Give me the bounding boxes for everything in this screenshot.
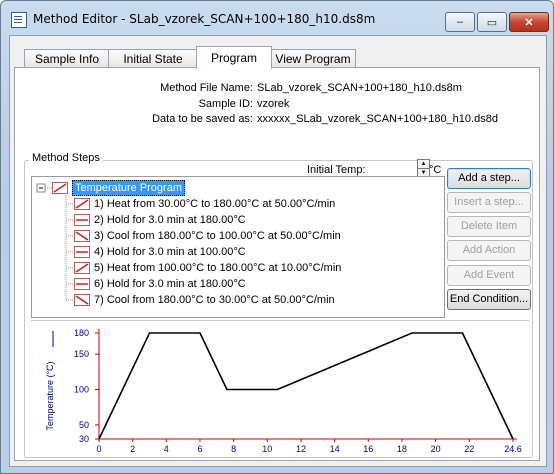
method-file-name-value: SLab_vzorek_SCAN+100+180_h10.ds8m bbox=[257, 82, 462, 94]
close-button[interactable]: ✕ bbox=[509, 12, 549, 32]
maximize-button[interactable]: ▭ bbox=[477, 12, 507, 32]
x-tick-label: 0 bbox=[96, 444, 101, 454]
x-tick-label: 18 bbox=[397, 444, 407, 454]
tree-step-6[interactable]: 6) Hold for 3.0 min at 180.00°C bbox=[74, 276, 246, 292]
x-tick-label: 20 bbox=[431, 444, 441, 454]
spinner-up-icon[interactable]: ▲ bbox=[418, 160, 429, 169]
tree-root-temperature-program[interactable]: Temperature Program bbox=[52, 180, 185, 196]
series-line-1 bbox=[98, 332, 514, 440]
initial-temp-unit: °C bbox=[429, 164, 442, 176]
tree-step-2[interactable]: 2) Hold for 3.0 min at 180.00°C bbox=[74, 212, 246, 228]
program-tab-panel: Method File Name: SLab_vzorek_SCAN+100+1… bbox=[14, 67, 540, 467]
tree-step-label: 6) Hold for 3.0 min at 180.00°C bbox=[94, 278, 246, 290]
x-tick-label: 16 bbox=[363, 444, 373, 454]
initial-temp-label: Initial Temp: bbox=[307, 164, 366, 176]
hold-icon bbox=[74, 214, 90, 226]
y-tick-label: 150 bbox=[74, 349, 89, 359]
temperature-program-chart: 3050100150180024681012141618202224.6Time… bbox=[31, 320, 529, 467]
tab-initial-state[interactable]: Initial State bbox=[108, 49, 198, 68]
data-saved-label: Data to be saved as: bbox=[152, 113, 253, 125]
app-icon bbox=[11, 12, 27, 28]
x-tick-label: 12 bbox=[296, 444, 306, 454]
sample-id-value: vzorek bbox=[257, 98, 290, 110]
sample-id-label: Sample ID: bbox=[198, 98, 253, 110]
y-tick-label: 50 bbox=[79, 420, 89, 430]
heat-ramp-icon bbox=[52, 182, 68, 194]
add-action-button[interactable]: Add Action bbox=[447, 240, 531, 261]
tree-step-label: 1) Heat from 30.00°C to 180.00°C at 50.0… bbox=[94, 198, 336, 210]
delete-item-button[interactable]: Delete Item bbox=[447, 216, 531, 237]
tab-sample-info[interactable]: Sample Info bbox=[24, 49, 110, 68]
window-title: Method Editor - SLab_vzorek_SCAN+100+180… bbox=[33, 12, 376, 26]
hold-icon bbox=[74, 246, 90, 258]
x-tick-label: 6 bbox=[197, 444, 202, 454]
x-tick-label: 14 bbox=[330, 444, 340, 454]
tree-step-label: 2) Hold for 3.0 min at 180.00°C bbox=[94, 214, 246, 226]
method-editor-window: Method Editor - SLab_vzorek_SCAN+100+180… bbox=[0, 0, 554, 474]
y-axis-label: Temperature (°C) bbox=[45, 361, 55, 430]
cool-ramp-icon bbox=[74, 230, 90, 242]
y-tick-label: 100 bbox=[74, 385, 89, 395]
method-steps-tree[interactable]: Temperature Program 1) Heat from 30.00°C… bbox=[31, 176, 445, 318]
dialog-client-area: Sample Info Initial State Program View P… bbox=[9, 35, 547, 467]
y-tick-label: 30 bbox=[79, 434, 89, 444]
tree-step-4[interactable]: 4) Hold for 3.0 min at 100.00°C bbox=[74, 244, 246, 260]
x-tick-label: 4 bbox=[164, 444, 169, 454]
tree-step-1[interactable]: 1) Heat from 30.00°C to 180.00°C at 50.0… bbox=[74, 196, 335, 212]
minimize-button[interactable]: ‒ bbox=[445, 12, 475, 32]
method-file-name-label: Method File Name: bbox=[160, 82, 253, 94]
x-tick-label: 22 bbox=[464, 444, 474, 454]
cool-ramp-icon bbox=[74, 294, 90, 306]
tree-step-label: 4) Hold for 3.0 min at 100.00°C bbox=[94, 246, 246, 258]
insert-step-button[interactable]: Insert a step... bbox=[447, 192, 531, 213]
x-tick-label: 8 bbox=[231, 444, 236, 454]
x-tick-label: 10 bbox=[262, 444, 272, 454]
y-tick-label: 180 bbox=[74, 328, 89, 338]
tab-program[interactable]: Program bbox=[196, 46, 272, 69]
tree-root-label: Temperature Program bbox=[72, 180, 185, 196]
tree-step-label: 3) Cool from 180.00°C to 100.00°C at 50.… bbox=[94, 230, 341, 242]
tree-step-7[interactable]: 7) Cool from 180.00°C to 30.00°C at 50.0… bbox=[74, 292, 335, 308]
x-tick-label: 24.6 bbox=[504, 444, 522, 454]
chart-svg: 3050100150180024681012141618202224.6Time… bbox=[45, 328, 522, 467]
heat-ramp-icon bbox=[74, 198, 90, 210]
tree-step-label: 5) Heat from 100.00°C to 180.00°C at 10.… bbox=[94, 262, 342, 274]
tree-step-3[interactable]: 3) Cool from 180.00°C to 100.00°C at 50.… bbox=[74, 228, 341, 244]
tree-step-5[interactable]: 5) Heat from 100.00°C to 180.00°C at 10.… bbox=[74, 260, 341, 276]
add-step-button[interactable]: Add a step... bbox=[447, 168, 531, 189]
method-steps-title: Method Steps bbox=[29, 152, 103, 164]
x-tick-label: 2 bbox=[130, 444, 135, 454]
data-saved-value: xxxxxx_SLab_vzorek_SCAN+100+180_h10.ds8d bbox=[257, 113, 498, 125]
tree-step-label: 7) Cool from 180.00°C to 30.00°C at 50.0… bbox=[94, 294, 335, 306]
add-event-button[interactable]: Add Event bbox=[447, 265, 531, 286]
heat-ramp-icon bbox=[74, 262, 90, 274]
end-condition-button[interactable]: End Condition... bbox=[447, 289, 531, 310]
title-bar[interactable]: Method Editor - SLab_vzorek_SCAN+100+180… bbox=[1, 1, 553, 35]
tab-view-program[interactable]: View Program bbox=[270, 49, 356, 68]
hold-icon bbox=[74, 278, 90, 290]
